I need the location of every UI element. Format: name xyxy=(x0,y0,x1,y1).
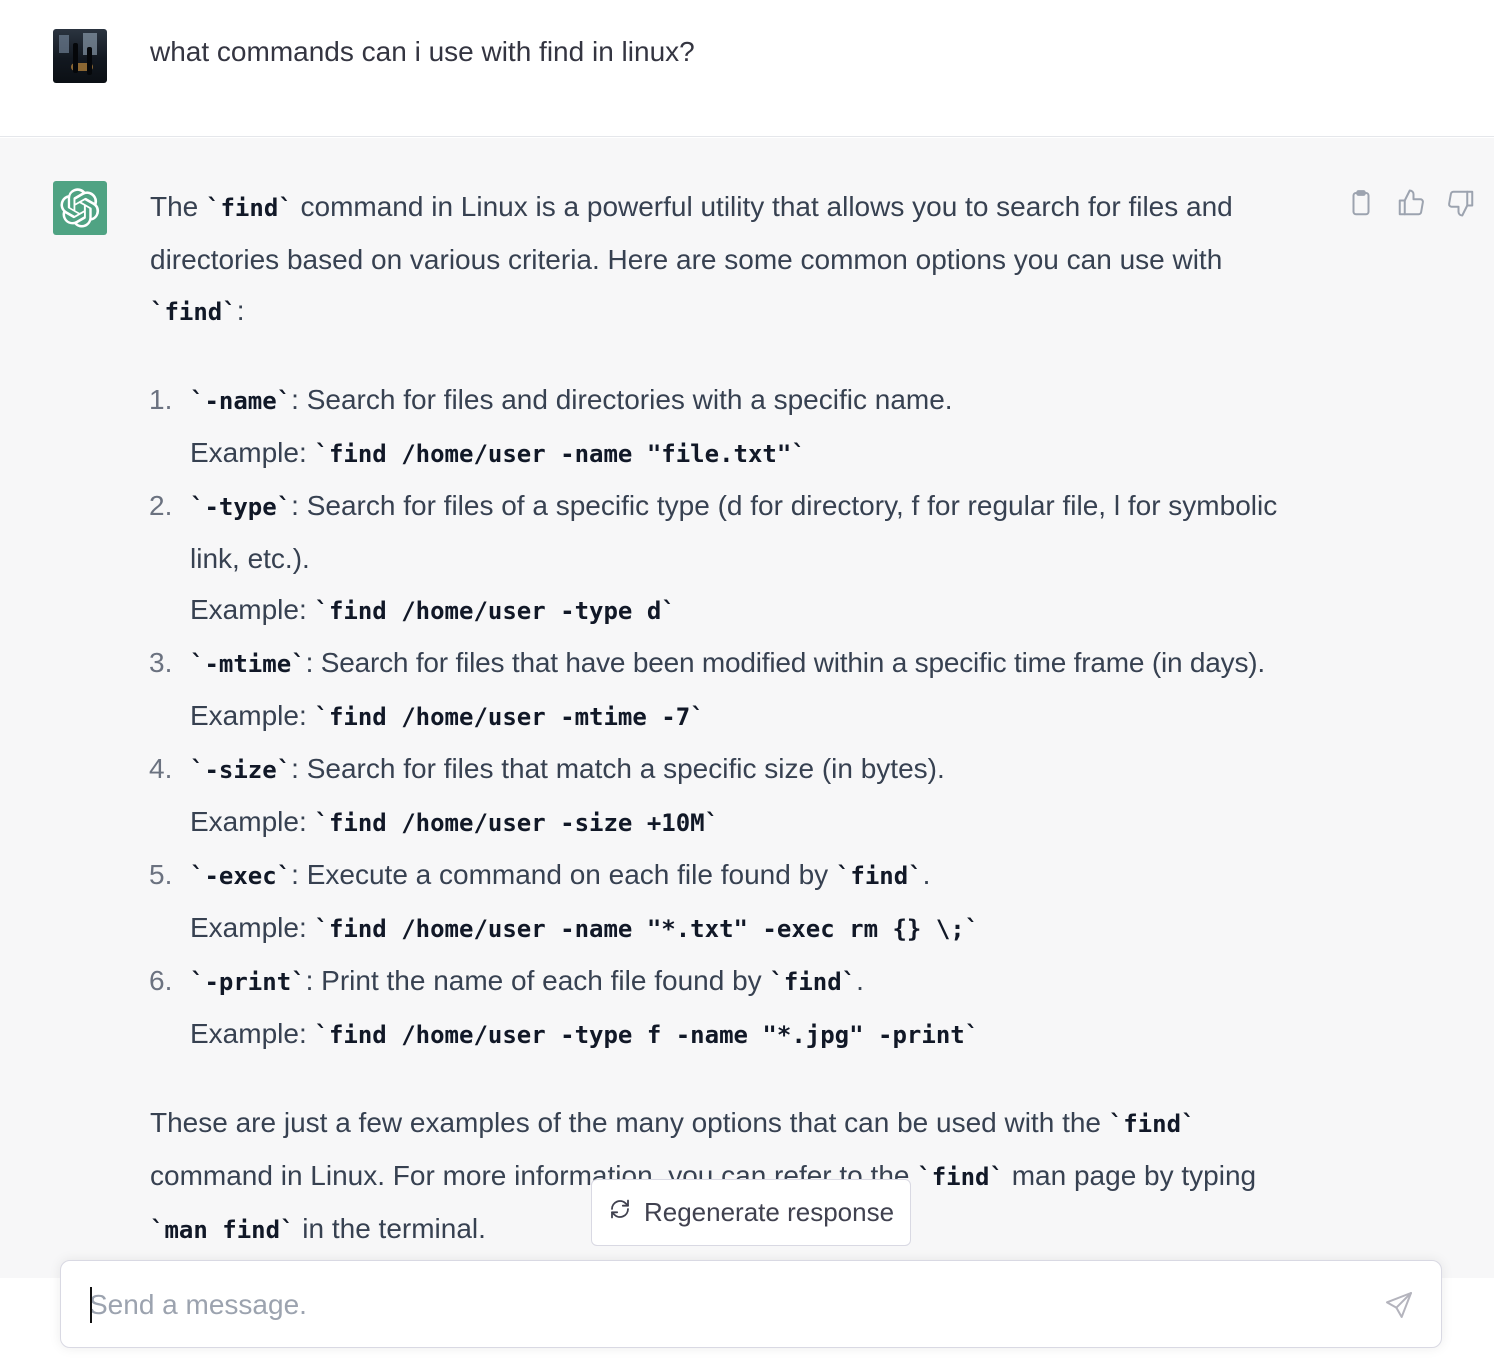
inline-code: `find` xyxy=(150,298,237,326)
example-label: Example: xyxy=(190,912,315,943)
send-icon[interactable] xyxy=(1383,1289,1417,1323)
outro-text: man page by typing xyxy=(1003,1160,1257,1191)
example-label: Example: xyxy=(190,806,315,837)
option-flag: `-print` xyxy=(190,968,306,996)
example-code: `find /home/user -name "*.txt" -exec rm … xyxy=(314,915,980,943)
intro-text: The xyxy=(150,191,207,222)
option-desc-text: : Search for files that match a specific… xyxy=(291,753,945,784)
list-number: 5. xyxy=(149,859,173,890)
option-example: Example: `find /home/user -mtime -7` xyxy=(190,690,1320,743)
option-example: Example: `find /home/user -name "*.txt" … xyxy=(190,902,1320,955)
assistant-message-content: The `find` command in Linux is a powerfu… xyxy=(149,181,1320,1256)
option-flag: `-name` xyxy=(190,387,292,415)
inline-code: `man find` xyxy=(150,1216,295,1244)
list-item: 4. `-size`: Search for files that match … xyxy=(149,743,1320,849)
example-code: `find /home/user -name "file.txt"` xyxy=(314,440,806,468)
example-code: `find /home/user -size +10M` xyxy=(314,809,720,837)
option-description: `-name`: Search for files and directorie… xyxy=(190,374,1320,427)
clipboard-icon[interactable] xyxy=(1346,188,1376,218)
example-label: Example: xyxy=(190,594,315,625)
option-flag: `-size` xyxy=(190,756,292,784)
assistant-message-row: The `find` command in Linux is a powerfu… xyxy=(0,138,1494,1278)
option-example: Example: `find /home/user -type d` xyxy=(190,584,1320,637)
inline-code: `find` xyxy=(769,968,857,996)
list-number: 1. xyxy=(149,384,173,415)
option-example: Example: `find /home/user -size +10M` xyxy=(190,796,1320,849)
intro-paragraph: The `find` command in Linux is a powerfu… xyxy=(150,181,1320,338)
option-desc-text: . xyxy=(922,859,931,890)
option-flag: `-type` xyxy=(190,493,292,521)
option-desc-text: : Search for files and directories with … xyxy=(291,384,953,415)
message-input[interactable] xyxy=(89,1279,1349,1331)
inline-code: `find` xyxy=(835,862,923,890)
options-list: 1. `-name`: Search for files and directo… xyxy=(149,374,1320,1061)
inline-code: `find` xyxy=(206,194,293,222)
inline-code: `find` xyxy=(1108,1110,1196,1138)
message-actions xyxy=(1346,188,1476,220)
list-item: 6. `-print`: Print the name of each file… xyxy=(149,955,1320,1061)
intro-text: command in Linux is a powerful utility t… xyxy=(150,191,1233,275)
list-item: 5. `-exec`: Execute a command on each fi… xyxy=(149,849,1320,955)
regenerate-response-button[interactable]: Regenerate response xyxy=(591,1179,911,1246)
list-number: 3. xyxy=(149,647,173,678)
example-code: `find /home/user -type d` xyxy=(314,597,676,625)
inline-code: `find` xyxy=(917,1163,1004,1191)
refresh-icon xyxy=(608,1197,632,1228)
thumbs-down-icon[interactable] xyxy=(1446,188,1476,218)
option-desc-text: : Search for files of a specific type (d… xyxy=(190,490,1278,574)
option-description: `-mtime`: Search for files that have bee… xyxy=(190,637,1320,690)
option-desc-text: . xyxy=(856,965,864,996)
text-caret xyxy=(90,1287,92,1323)
intro-text: : xyxy=(236,295,245,326)
user-avatar xyxy=(53,29,107,83)
chatgpt-logo-icon xyxy=(53,181,107,235)
regenerate-label: Regenerate response xyxy=(643,1197,895,1227)
outro-text: in the terminal. xyxy=(294,1213,486,1244)
list-number: 2. xyxy=(149,490,173,521)
example-label: Example: xyxy=(190,437,315,468)
example-code: `find /home/user -mtime -7` xyxy=(314,703,705,731)
user-message-text: what commands can i use with find in lin… xyxy=(150,36,695,67)
list-number: 4. xyxy=(149,753,173,784)
message-composer xyxy=(60,1260,1442,1348)
list-number: 6. xyxy=(149,965,173,996)
user-message-row: what commands can i use with find in lin… xyxy=(0,0,1494,137)
list-item: 1. `-name`: Search for files and directo… xyxy=(149,374,1320,480)
example-label: Example: xyxy=(190,700,315,731)
list-item: 3. `-mtime`: Search for files that have … xyxy=(149,637,1320,743)
option-description: `-size`: Search for files that match a s… xyxy=(190,743,1320,796)
example-code: `find /home/user -type f -name "*.jpg" -… xyxy=(314,1021,980,1049)
option-desc-text: : Execute a command on each file found b… xyxy=(291,859,836,890)
example-label: Example: xyxy=(190,1018,315,1049)
thumbs-up-icon[interactable] xyxy=(1396,188,1426,218)
option-example: Example: `find /home/user -name "file.tx… xyxy=(190,427,1320,480)
option-description: `-type`: Search for files of a specific … xyxy=(190,480,1320,584)
option-example: Example: `find /home/user -type f -name … xyxy=(190,1008,1320,1061)
outro-text: These are just a few examples of the man… xyxy=(150,1107,1109,1138)
list-item: 2. `-type`: Search for files of a specif… xyxy=(149,480,1320,637)
option-desc-text: : Search for files that have been modifi… xyxy=(305,647,1266,678)
option-flag: `-mtime` xyxy=(190,650,306,678)
option-description: `-print`: Print the name of each file fo… xyxy=(190,955,1320,1008)
option-flag: `-exec` xyxy=(190,862,292,890)
option-description: `-exec`: Execute a command on each file … xyxy=(190,849,1320,902)
option-desc-text: : Print the name of each file found by xyxy=(305,965,770,996)
